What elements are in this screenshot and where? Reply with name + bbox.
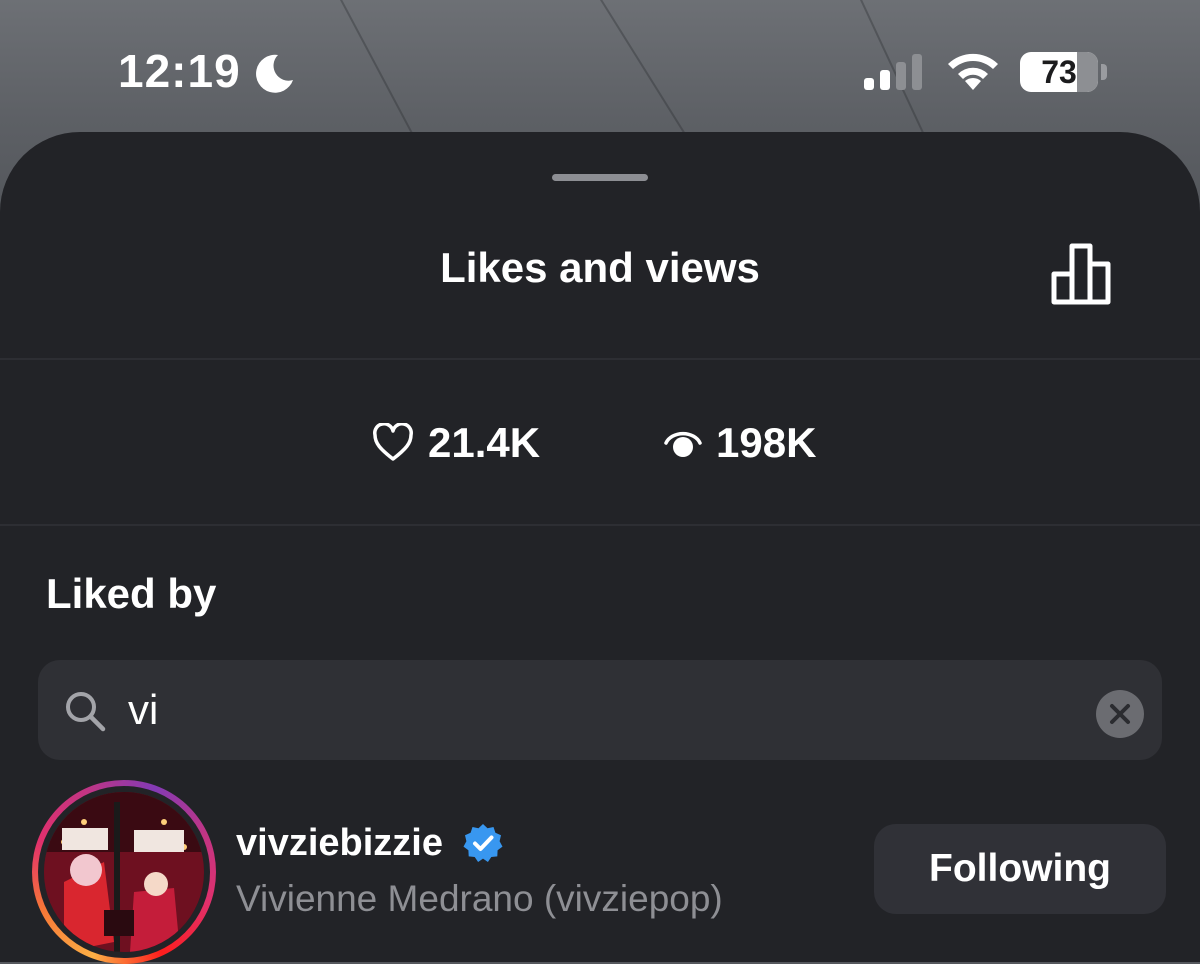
list-item[interactable]: vivziebizzie Vivienne Medrano (vivziepop… <box>0 780 1200 964</box>
search-icon <box>66 692 106 732</box>
battery-nub <box>1101 64 1107 80</box>
likes-count: 21.4K <box>428 419 541 466</box>
bar-chart-icon[interactable] <box>1046 238 1118 310</box>
battery-percent: 73 <box>1041 54 1077 90</box>
signal-icon <box>864 54 922 90</box>
divider <box>0 524 1200 526</box>
sheet-grabber[interactable] <box>552 174 648 181</box>
views-count: 198K <box>716 419 817 466</box>
status-time: 12:19 <box>118 45 241 97</box>
search-field[interactable]: vi <box>38 660 1162 760</box>
battery-icon: 73 <box>1020 52 1098 92</box>
avatar-gap <box>38 786 210 958</box>
status-bar: 12:19 73 <box>0 0 1200 130</box>
eye-icon <box>664 431 702 457</box>
avatar[interactable] <box>44 792 204 952</box>
moon-icon <box>256 54 293 93</box>
verified-badge-icon <box>463 824 503 862</box>
heart-icon <box>373 423 413 461</box>
likes-and-views-sheet: Likes and views 21.4K 198K Liked by vi v… <box>0 132 1200 964</box>
following-button[interactable]: Following <box>874 824 1166 914</box>
clear-icon[interactable] <box>1096 690 1144 738</box>
username[interactable]: vivziebizzie <box>236 822 443 865</box>
likes-stat: 21.4K <box>372 418 540 468</box>
stats-row: 21.4K 198K <box>0 360 1200 525</box>
full-name: Vivienne Medrano (vivziepop) <box>236 878 723 919</box>
story-ring[interactable] <box>32 780 216 964</box>
views-stat: 198K <box>664 418 816 468</box>
liked-by-heading: Liked by <box>46 570 217 617</box>
avatar-image <box>44 792 204 952</box>
wifi-icon <box>948 53 998 90</box>
search-input[interactable]: vi <box>128 660 158 760</box>
sheet-title: Likes and views <box>440 244 760 291</box>
